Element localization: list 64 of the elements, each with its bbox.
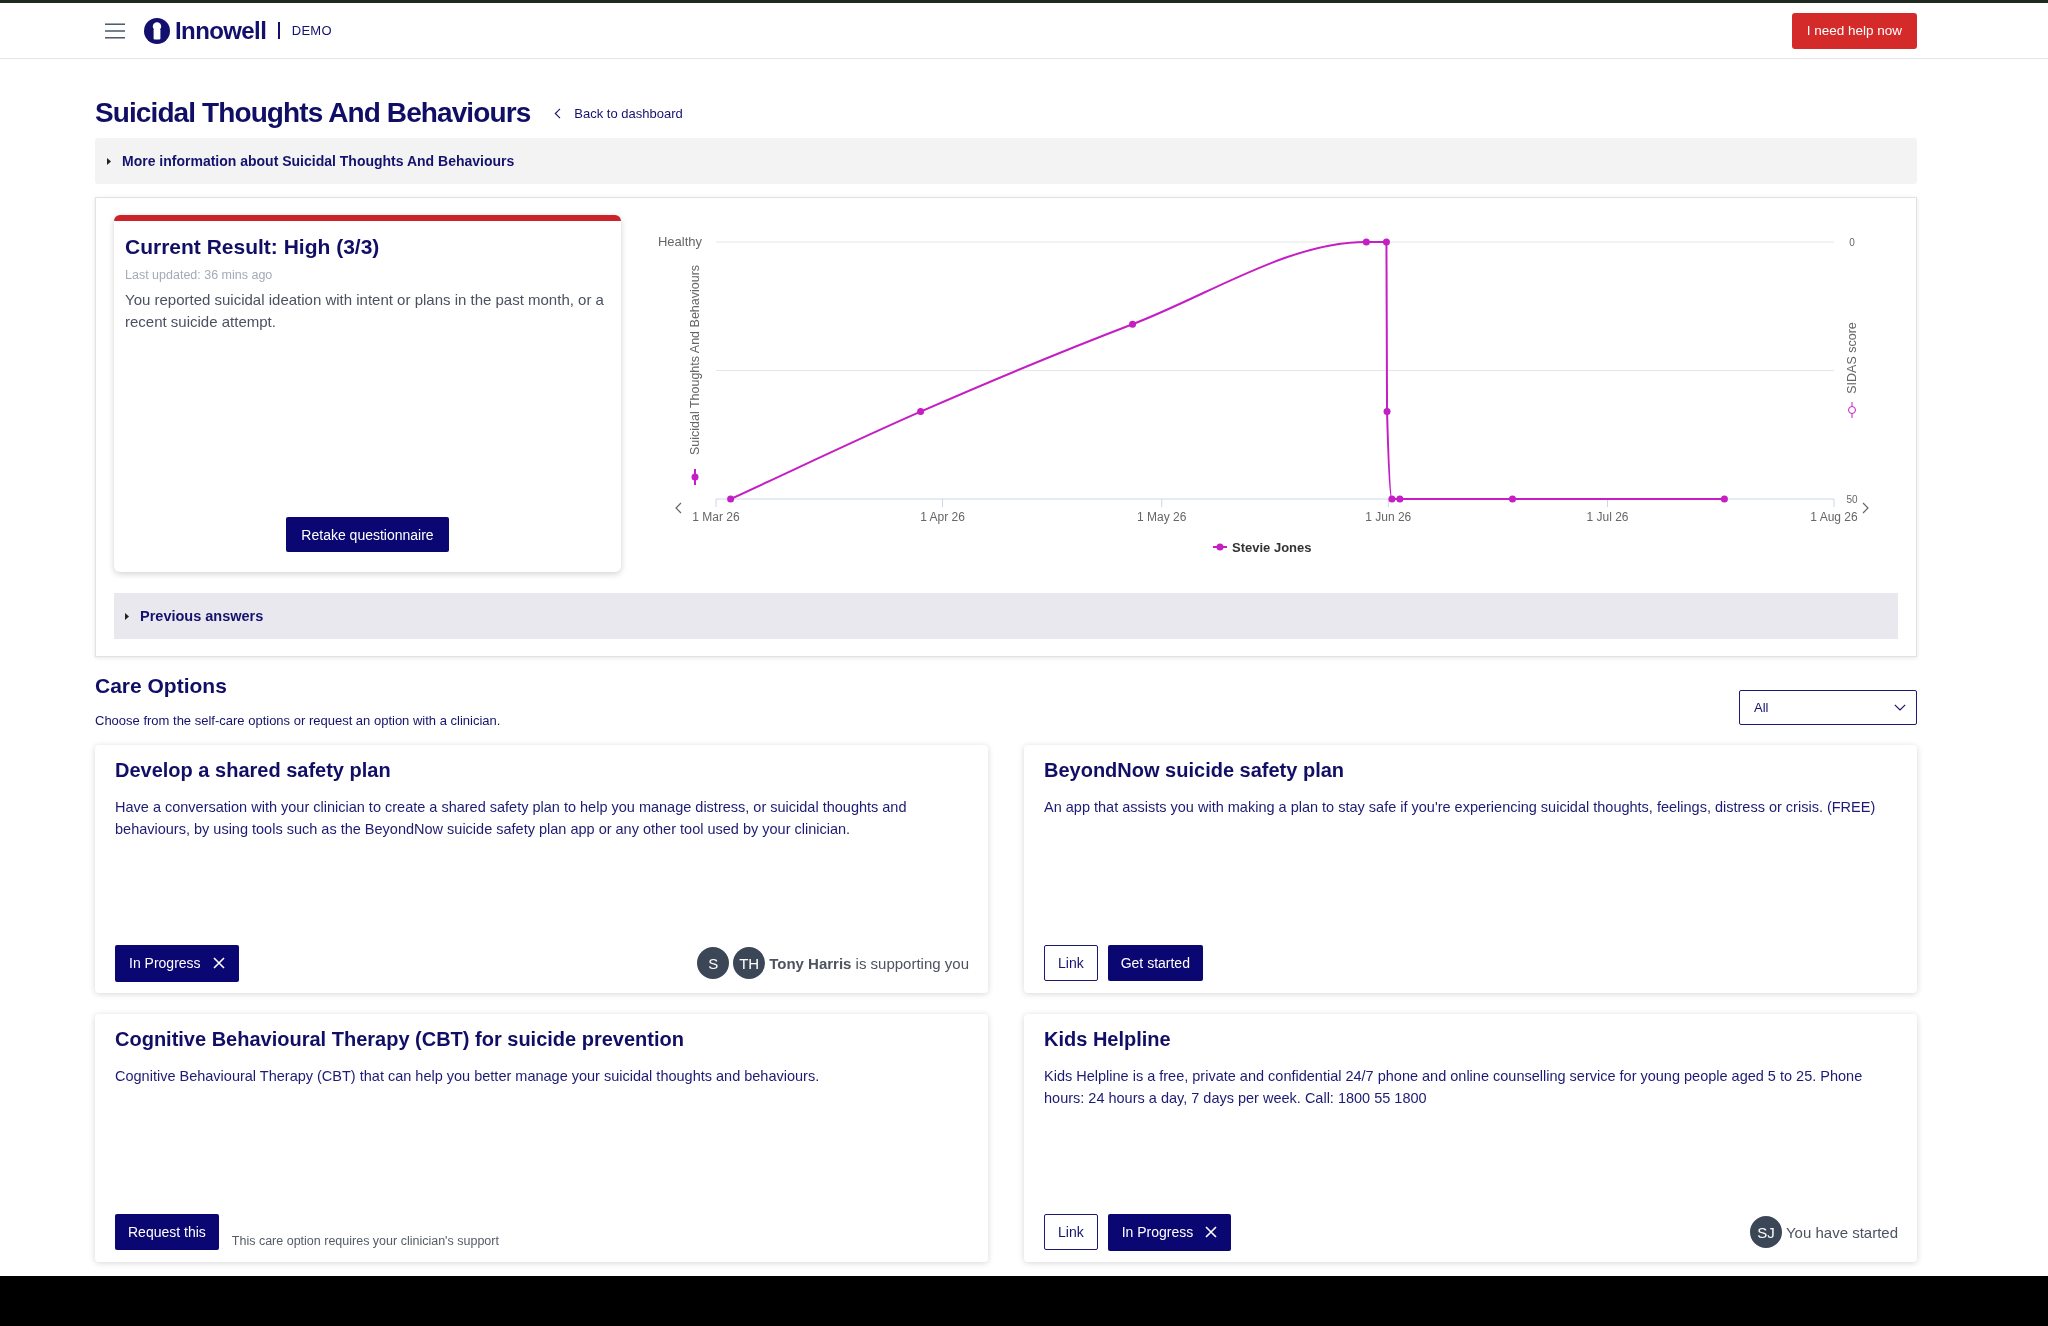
data-point [1362, 238, 1370, 246]
logo-text: Innowell [175, 16, 267, 45]
axis-title: Suicidal Thoughts And Behaviours [688, 264, 702, 456]
card-description: Cognitive Behavioural Therapy (CBT) that can help you better manage your suicidal thoughts and behaviours. [115, 1067, 820, 1086]
close-icon[interactable] [212, 957, 225, 969]
chevron-left-icon[interactable] [675, 502, 682, 514]
card-description: Kids Helpline is a free, private and confidential 24/7 phone and online counselling service for young people aged 5 to 25. Phone hours: 24 hours a day, 7 days per week. Call: 1800 55 1800 [1044, 1067, 1864, 1108]
data-point [1720, 495, 1728, 503]
tick-label: 50 [1846, 494, 1858, 505]
card-title: Kids Helpline [1044, 1027, 1171, 1052]
data-point [917, 408, 925, 416]
logo-icon [144, 17, 170, 44]
hollow-marker-icon [1848, 401, 1856, 419]
avatar: TH [731, 945, 768, 981]
chevron-left-icon [554, 107, 562, 119]
card-description: Have a conversation with your clinician to create a shared safety plan to help you manage distress, or suicidal thoughts and behaviours, by using tools such as the BeyondNow suicide safety plan app or any other tool used by your clinician. [115, 798, 908, 839]
status-button[interactable]: In Progress [115, 944, 239, 982]
tick-label: 0 [1849, 237, 1855, 248]
data-point [1382, 238, 1390, 246]
status-button[interactable]: In Progress [1107, 1213, 1232, 1251]
support-text: Tony Harris is supporting you [769, 954, 969, 972]
avatar: S [695, 945, 732, 981]
action-button[interactable]: Request this [115, 1214, 219, 1250]
filter-dropdown[interactable]: All [1739, 690, 1917, 725]
card-title: BeyondNow suicide safety plan [1044, 758, 1345, 783]
data-point [727, 495, 735, 503]
previous-answers-toggle[interactable]: Previous answers [114, 593, 1898, 639]
more-info-toggle[interactable]: More information about Suicidal Thoughts And Behaviours [95, 138, 1917, 184]
tick-label: 1 Mar 26 [692, 510, 740, 524]
tick-label: 1 Jun 26 [1365, 510, 1412, 524]
section-title: Care Options [95, 673, 227, 699]
result-description: You reported suicidal ideation with intent or plans in the past month, or a recent suicide attempt. [125, 290, 605, 332]
tick-label: 1 Jul 26 [1586, 510, 1629, 524]
card-description: An app that assists you with making a plan to stay safe if you're experiencing suicidal thoughts, feelings, distress or crisis. (FREE) [1044, 798, 1876, 817]
action-button[interactable]: Get started [1107, 945, 1203, 981]
tick-label: 1 May 26 [1137, 510, 1187, 524]
avatar: SJ [1747, 1214, 1784, 1250]
tick-label: 1 Aug 26 [1810, 510, 1858, 524]
chevron-right-icon[interactable] [1862, 502, 1869, 514]
axis-label: Healthy [657, 234, 702, 249]
back-link[interactable]: Back to dashboard [554, 105, 683, 121]
tick-label: 1 Apr 26 [920, 510, 965, 524]
help-button[interactable]: I need help now [1791, 12, 1917, 49]
data-point [1383, 408, 1391, 416]
support-text: You have started [1785, 1223, 1898, 1241]
data-point [1129, 320, 1136, 328]
result-title: Current Result: High (3/3) [125, 234, 380, 260]
series-marker-icon [691, 468, 699, 486]
card-title: Cognitive Behavioural Therapy (CBT) for suicide prevention [115, 1027, 684, 1052]
data-point [1509, 495, 1516, 503]
menu-icon[interactable] [105, 22, 125, 39]
link-button[interactable]: Link [1044, 1214, 1098, 1250]
section-subtitle: Choose from the self-care options or request an option with a clinician. [95, 713, 501, 729]
last-updated-text: Last updated: 36 mins ago [125, 267, 273, 283]
axis-title: SIDAS score [1845, 322, 1859, 394]
card-title: Develop a shared safety plan [115, 758, 391, 783]
link-button[interactable]: Link [1044, 945, 1098, 981]
legend-label: Stevie Jones [1232, 539, 1312, 555]
care-option-note: This care option requires your clinician's support [231, 1233, 499, 1250]
close-icon[interactable] [1205, 1226, 1218, 1238]
environment-label: DEMO [291, 23, 332, 38]
chevron-down-icon [1894, 704, 1906, 711]
page-title: Suicidal Thoughts And Behaviours [95, 96, 531, 130]
retake-button[interactable]: Retake questionnaire [286, 517, 449, 552]
